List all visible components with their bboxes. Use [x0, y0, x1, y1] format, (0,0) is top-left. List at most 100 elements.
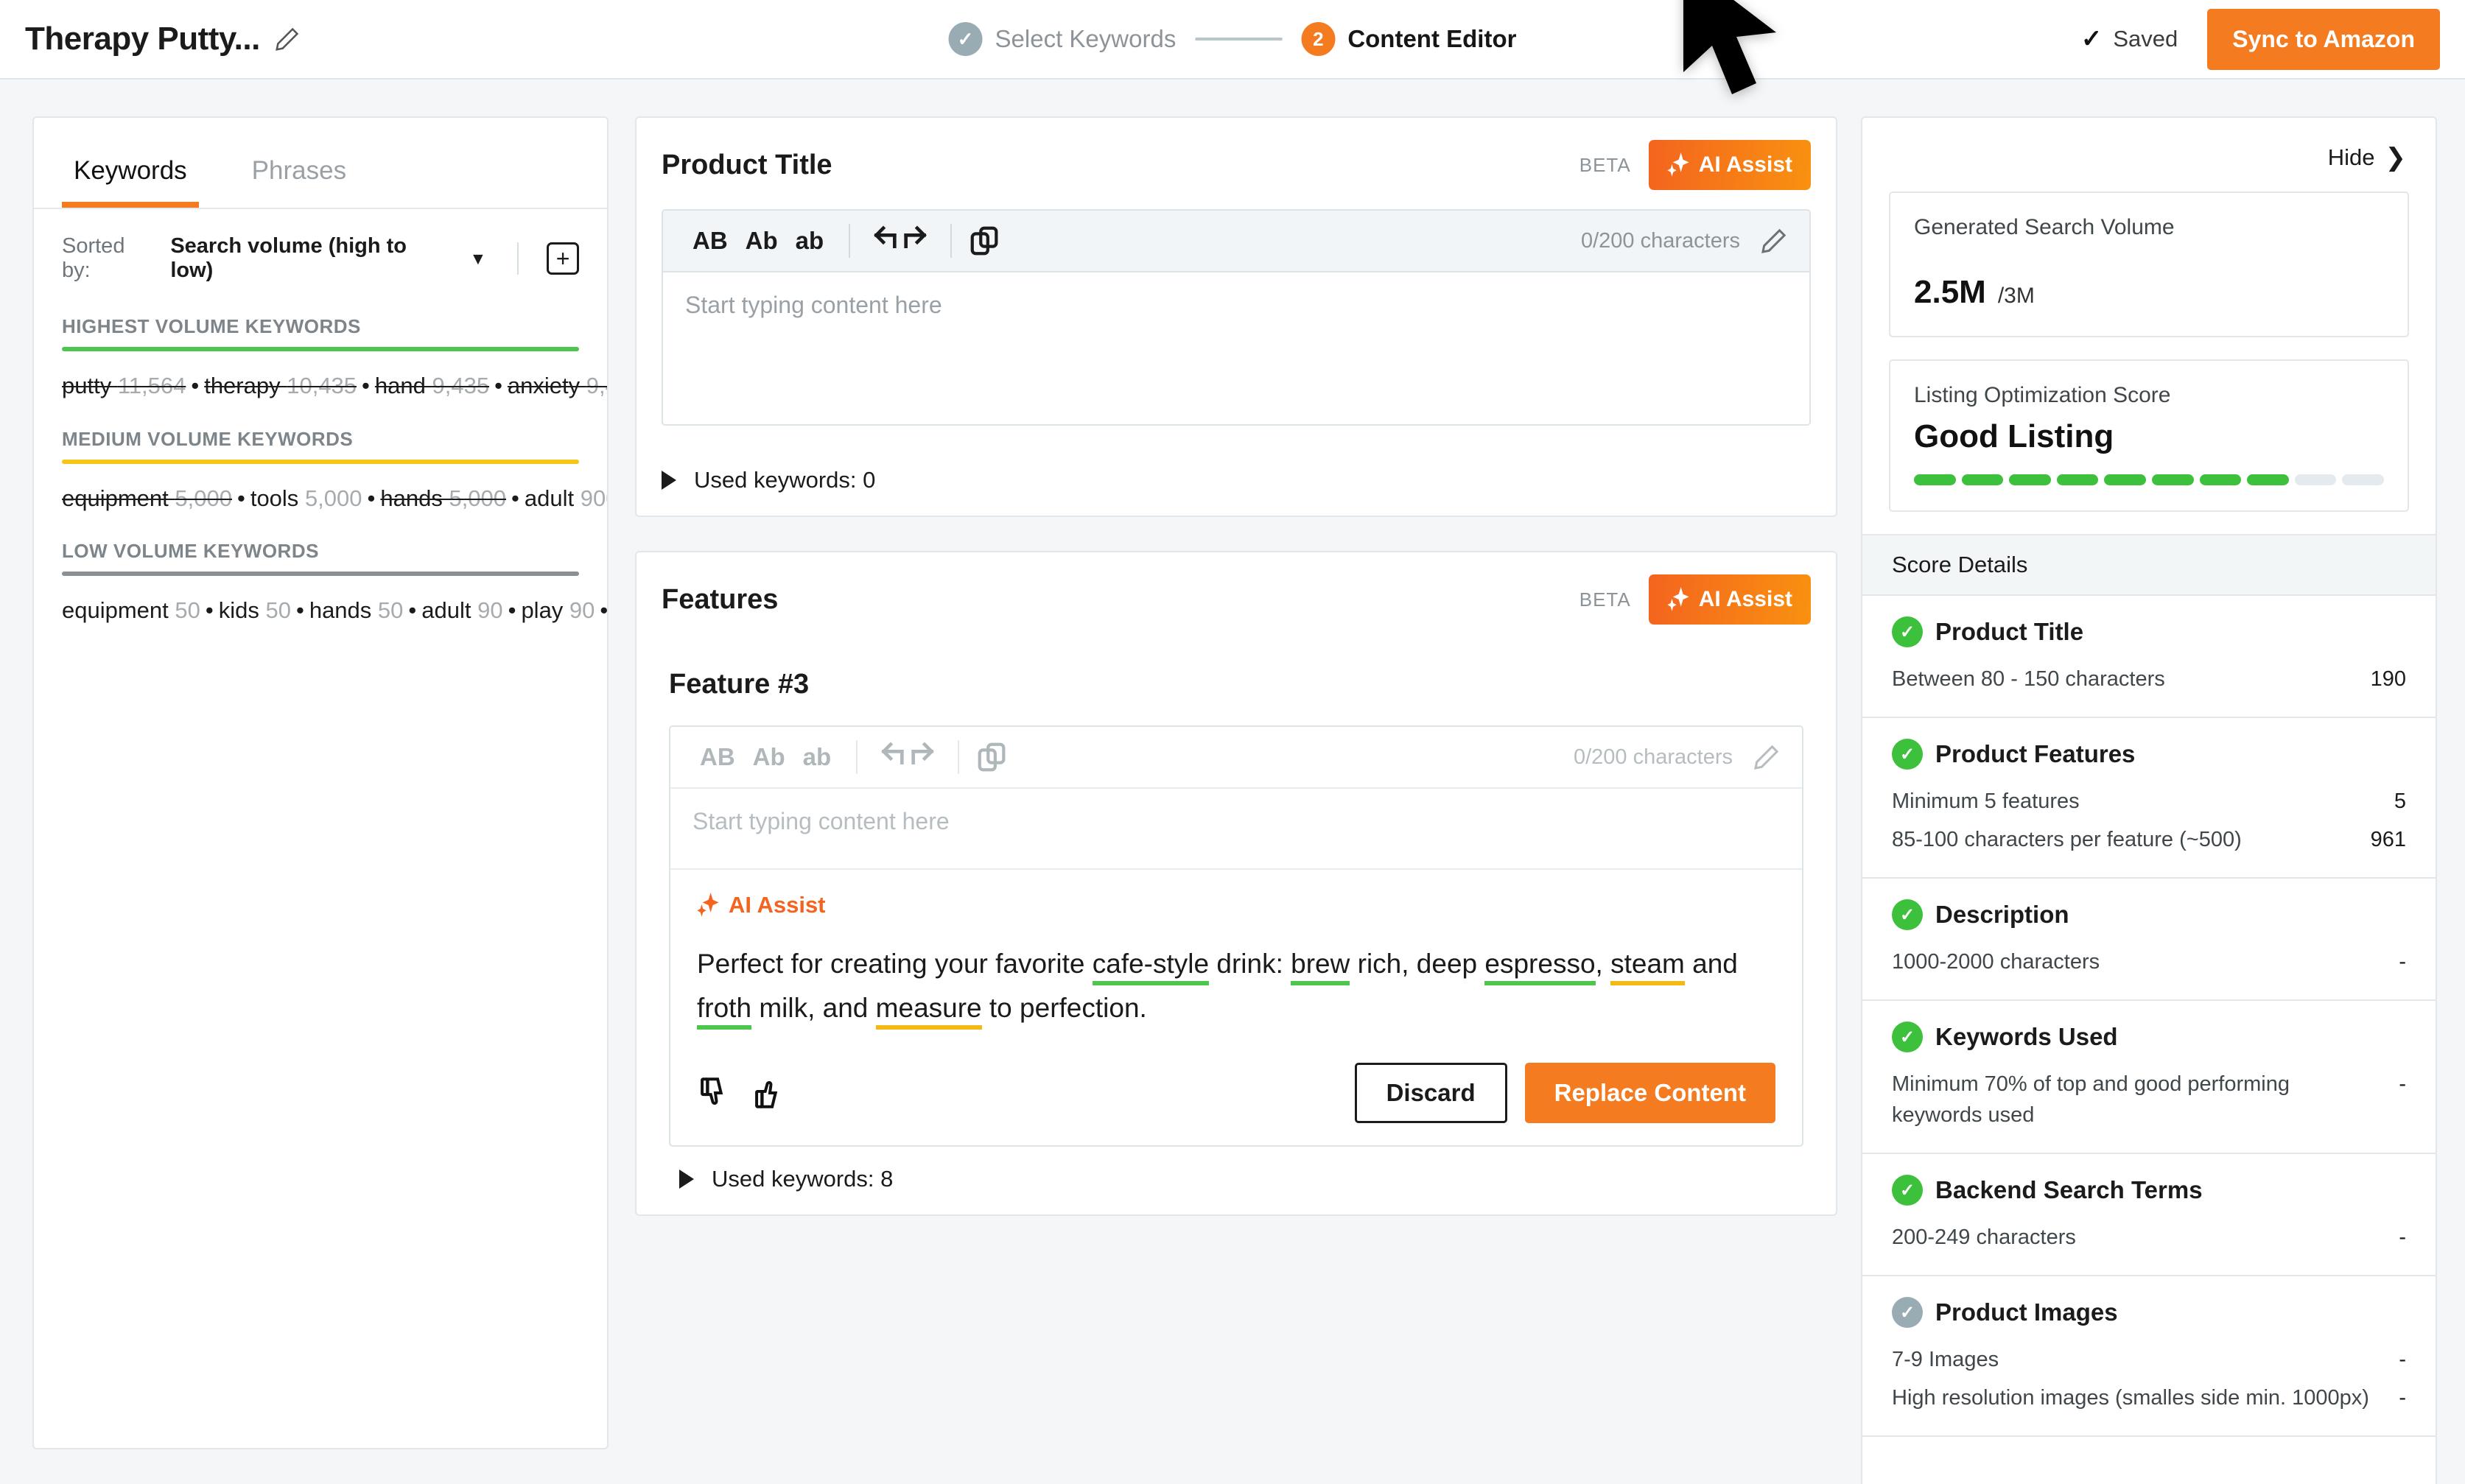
score-detail-item[interactable]: ✓ Product Images 7-9 Images - High resolutio…: [1862, 1276, 2436, 1438]
chevron-right-icon: [679, 1169, 694, 1189]
tab-keywords[interactable]: Keywords: [62, 118, 199, 208]
redo-icon[interactable]: [908, 740, 942, 774]
copy-icon[interactable]: [968, 224, 1002, 258]
uppercase-button[interactable]: AB: [691, 743, 744, 771]
ai-assist-tag-label: AI Assist: [729, 892, 826, 918]
features-ai-assist-button[interactable]: AI Assist: [1648, 574, 1811, 625]
redo-icon[interactable]: [900, 224, 934, 258]
sync-to-amazon-button[interactable]: Sync to Amazon: [2207, 8, 2440, 70]
listing-optimization-card: Listing Optimization Score Good Listing: [1889, 359, 2409, 512]
edit-pencil-icon[interactable]: [1759, 226, 1789, 256]
step-content-editor[interactable]: 2 Content Editor: [1301, 22, 1516, 56]
ai-text-run: milk, and: [751, 992, 876, 1023]
saved-status: ✓ Saved: [2081, 26, 2178, 52]
keyword-highlight-green: froth: [697, 992, 752, 1030]
sort-by-value[interactable]: Search volume (high to low): [170, 234, 453, 283]
keyword-chip[interactable]: kids 50: [219, 597, 291, 623]
sort-row: Sorted by: Search volume (high to low) ▼…: [34, 209, 607, 290]
features-card: Features BETA AI Assist Feature #3 AB Ab…: [635, 551, 1837, 1216]
character-count: 0/200 characters: [1573, 745, 1733, 769]
score-detail-criteria: 1000-2000 characters: [1892, 950, 2100, 974]
undo-icon[interactable]: [874, 740, 908, 774]
keyword-list: equipment 50 • kids 50 • hands 50 • adult 90 • p…: [62, 594, 607, 627]
product-title-used-keywords[interactable]: Used keywords: 0: [637, 448, 1836, 516]
keyword-separator: •: [362, 373, 370, 398]
keyword-separator: •: [205, 597, 214, 624]
tab-phrases[interactable]: Phrases: [240, 118, 358, 208]
keyword-chip[interactable]: hand 9,435: [375, 373, 489, 398]
keyword-separator: •: [295, 597, 304, 624]
score-segment: [2342, 474, 2384, 485]
edit-title-pencil-icon[interactable]: [273, 25, 301, 53]
add-keyword-button[interactable]: +: [547, 242, 579, 275]
ai-text-run: rich, deep: [1350, 949, 1485, 979]
keyword-chip[interactable]: putty 11,564: [62, 373, 186, 398]
titlecase-button[interactable]: Ab: [737, 227, 787, 255]
keyword-chip[interactable]: anxiety 9,435: [508, 373, 607, 398]
ai-suggestion-panel: AI Assist Perfect for creating your favo…: [670, 868, 1802, 1145]
hide-panel-button[interactable]: Hide ❯: [1862, 118, 2436, 191]
thumbs-down-icon[interactable]: [697, 1075, 734, 1111]
keyword-chip[interactable]: equipment 50: [62, 597, 200, 623]
undo-icon[interactable]: [866, 224, 900, 258]
copy-icon[interactable]: [975, 740, 1009, 774]
keyword-chip[interactable]: hands 50: [309, 597, 404, 623]
replace-content-button[interactable]: Replace Content: [1524, 1062, 1775, 1123]
top-bar-actions: ✓ Saved Sync to Amazon: [2081, 8, 2440, 70]
features-used-keywords[interactable]: Used keywords: 8: [669, 1147, 1803, 1214]
document-title-group: Therapy Putty...: [25, 21, 301, 57]
chevron-down-icon[interactable]: ▼: [470, 249, 487, 269]
score-detail-title-row: ✓ Product Features: [1892, 739, 2406, 770]
discard-button[interactable]: Discard: [1354, 1062, 1507, 1123]
keyword-chip[interactable]: hands 5,000: [380, 485, 506, 511]
keyword-chip[interactable]: play 90: [521, 597, 595, 623]
check-circle-icon: ✓: [1892, 1021, 1923, 1053]
chevron-right-icon: ❯: [2385, 144, 2407, 172]
keyword-group-title: HIGHEST VOLUME KEYWORDS: [62, 315, 361, 337]
score-detail-item[interactable]: ✓ Description 1000-2000 characters -: [1862, 879, 2436, 1002]
keywords-scroll-area[interactable]: HIGHEST VOLUME KEYWORDS putty 11,564 • ther…: [34, 290, 607, 1448]
keyword-chip[interactable]: adult 900: [525, 485, 607, 511]
keyword-volume: 5,000: [304, 485, 362, 511]
uppercase-button[interactable]: AB: [684, 227, 737, 255]
score-detail-row: Minimum 70% of top and good performing k…: [1892, 1069, 2406, 1130]
keyword-chip[interactable]: therapy 10,435: [204, 373, 357, 398]
score-detail-item[interactable]: ✓ Backend Search Terms 200-249 characters -: [1862, 1154, 2436, 1277]
score-detail-value: 961: [2370, 828, 2406, 852]
score-detail-item[interactable]: ✓ Product Title Between 80 - 150 character…: [1862, 596, 2436, 719]
keyword-chip[interactable]: equipment 5,000: [62, 485, 232, 511]
lowercase-button[interactable]: ab: [794, 743, 841, 771]
hide-label: Hide: [2327, 144, 2375, 170]
step-select-keywords[interactable]: ✓ Select Keywords: [948, 22, 1176, 56]
score-detail-title-row: ✓ Product Title: [1892, 616, 2406, 647]
score-detail-item[interactable]: ✓ Product Features Minimum 5 features 5 85-1…: [1862, 718, 2436, 879]
product-title-heading: Product Title: [662, 149, 832, 180]
score-detail-row: 1000-2000 characters -: [1892, 946, 2406, 977]
ai-text-run: and: [1684, 949, 1738, 979]
keyword-volume: 50: [175, 597, 200, 624]
product-title-textarea[interactable]: Start typing content here: [663, 272, 1809, 424]
lowercase-button[interactable]: ab: [787, 227, 833, 255]
score-segment: [1914, 474, 1956, 485]
keyword-separator: •: [367, 485, 376, 511]
thumbs-up-icon[interactable]: [751, 1075, 788, 1111]
keyword-chip[interactable]: adult 90: [421, 597, 502, 623]
edit-pencil-icon[interactable]: [1752, 742, 1781, 772]
keyword-highlight-green: cafe-style: [1092, 949, 1210, 985]
titlecase-button[interactable]: Ab: [744, 743, 794, 771]
score-detail-name: Product Features: [1935, 740, 2136, 768]
product-title-header: Product Title BETA AI Assist: [637, 118, 1836, 209]
ai-text-run: to perfection.: [981, 992, 1147, 1023]
keyword-chip[interactable]: tools 5,000: [250, 485, 362, 511]
listing-optimization-value: Good Listing: [1914, 418, 2114, 454]
keyword-separator: •: [494, 373, 502, 398]
product-title-ai-assist-button[interactable]: AI Assist: [1648, 140, 1811, 190]
score-detail-item[interactable]: ✓ Keywords Used Minimum 70% of top and goo…: [1862, 1001, 2436, 1155]
score-detail-title-row: ✓ Description: [1892, 899, 2406, 931]
chevron-right-icon: [662, 471, 676, 490]
product-title-editor-wrap: AB Ab ab 0/200 characters Start typing c…: [637, 209, 1836, 448]
score-detail-criteria: 85-100 characters per feature (~500): [1892, 828, 2242, 852]
ai-assist-label: AI Assist: [1698, 152, 1792, 177]
feature-textarea[interactable]: Start typing content here: [670, 789, 1802, 868]
keyword-volume: 11,564: [117, 373, 186, 398]
